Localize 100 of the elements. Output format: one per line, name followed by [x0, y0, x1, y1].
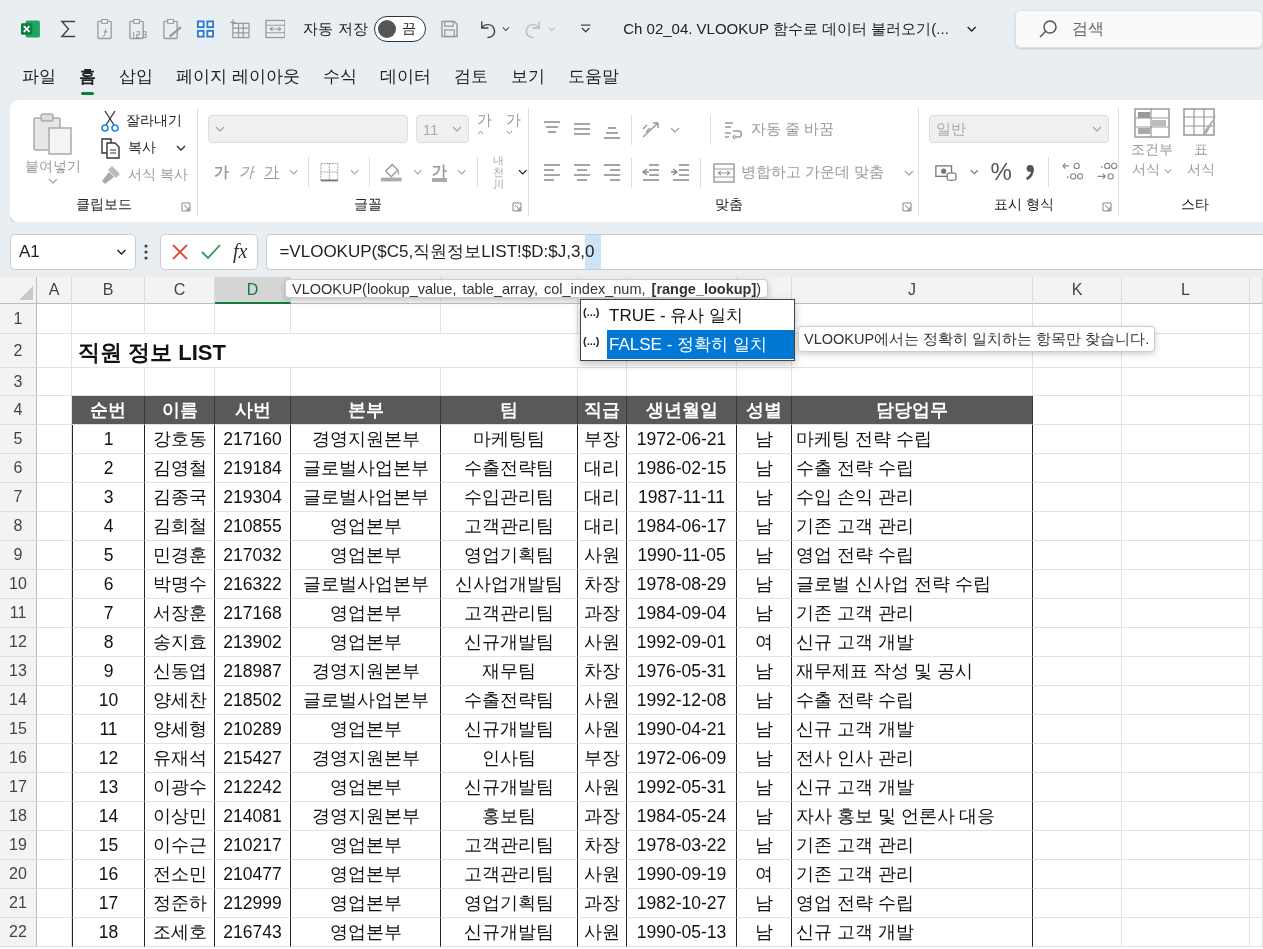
sheet-cell[interactable] [37, 304, 72, 334]
ribbon-tab[interactable]: 검토 [453, 61, 488, 92]
sheet-cell[interactable] [1033, 686, 1122, 715]
clipboard-icon[interactable] [162, 17, 184, 41]
sheet-cell[interactable] [1250, 773, 1263, 802]
sheet-cell[interactable] [1033, 396, 1122, 425]
sheet-cell[interactable] [1033, 802, 1122, 831]
sheet-cell[interactable] [1250, 889, 1263, 918]
sheet-cell[interactable] [1250, 541, 1263, 570]
select-all-icon[interactable] [19, 286, 33, 300]
column-header[interactable]: C [145, 277, 215, 304]
sheet-cell[interactable] [1250, 304, 1263, 334]
sheet-cell[interactable] [1250, 483, 1263, 512]
cut-button[interactable]: 잘라내기 [96, 108, 192, 135]
sheet-cell[interactable] [37, 773, 72, 802]
sheet-cell[interactable] [1122, 802, 1250, 831]
increase-indent-icon[interactable] [669, 161, 692, 184]
sheet-cell[interactable] [1033, 744, 1122, 773]
sheet-cell[interactable] [1033, 599, 1122, 628]
font-name-field[interactable] [208, 115, 408, 144]
fill-color-icon[interactable] [380, 161, 403, 184]
sheet-cell[interactable] [1122, 628, 1250, 657]
ribbon-tab[interactable]: 홈 [79, 61, 96, 92]
copy-icon[interactable] [100, 137, 122, 159]
sheet-cell[interactable] [1122, 454, 1250, 483]
sheet-cell[interactable] [37, 541, 72, 570]
sheet-cell[interactable] [1122, 483, 1250, 512]
column-header[interactable]: L [1122, 277, 1250, 304]
dialog-launcher-icon[interactable] [181, 202, 192, 212]
sheet-cell[interactable] [1033, 512, 1122, 541]
sheet-cell[interactable] [37, 918, 72, 947]
sheet-cell[interactable] [1122, 657, 1250, 686]
sheet-cell[interactable] [37, 570, 72, 599]
sheet-cell[interactable] [291, 304, 441, 334]
sheet-cell[interactable] [1122, 889, 1250, 918]
sheet-cell[interactable] [145, 304, 215, 334]
row-header[interactable]: 2 [0, 334, 37, 368]
decrease-indent-icon[interactable] [639, 161, 662, 184]
sheet-cell[interactable] [37, 657, 72, 686]
row-header[interactable]: 22 [0, 918, 37, 947]
ribbon-tab[interactable]: 페이지 레이아웃 [176, 61, 300, 92]
sheet-cell[interactable] [1250, 512, 1263, 541]
sheet-cell[interactable] [1033, 860, 1122, 889]
sheet-cell[interactable] [1250, 570, 1263, 599]
name-box[interactable]: A1 [10, 233, 136, 270]
sheet-cell[interactable] [1122, 860, 1250, 889]
sheet-cell[interactable] [1033, 425, 1122, 454]
save-icon[interactable] [439, 19, 459, 39]
sheet-cell[interactable] [37, 483, 72, 512]
row-header[interactable]: 21 [0, 889, 37, 918]
sheet-cell[interactable] [1033, 715, 1122, 744]
sheet-cell[interactable] [1122, 773, 1250, 802]
formula-field[interactable]: =VLOOKUP($C5,직원정보LIST!$D:$J,3,0 [266, 233, 1263, 270]
sheet-cell[interactable] [1250, 454, 1263, 483]
autocomplete-item[interactable]: FALSE - 정확히 일치 [607, 330, 794, 359]
sheet-cell[interactable] [37, 744, 72, 773]
row-header[interactable]: 9 [0, 541, 37, 570]
sheet-cell[interactable] [1122, 831, 1250, 860]
row-header[interactable]: 17 [0, 773, 37, 802]
sheet-cell[interactable] [1250, 425, 1263, 454]
sheet-cell[interactable] [1122, 686, 1250, 715]
sheet-cell[interactable] [1250, 657, 1263, 686]
sheet-cell[interactable] [1033, 889, 1122, 918]
sheet-cell[interactable] [215, 304, 291, 334]
sheet-cell[interactable] [37, 802, 72, 831]
sigma-icon[interactable] [59, 19, 77, 39]
column-header[interactable]: J [792, 277, 1033, 304]
sheet-cell[interactable] [1122, 512, 1250, 541]
row-header[interactable]: 4 [0, 396, 37, 425]
row-header[interactable]: 3 [0, 368, 37, 396]
sheet-cell[interactable] [1122, 715, 1250, 744]
ribbon-tab[interactable]: 수식 [322, 61, 357, 92]
sheet-cell[interactable] [1122, 541, 1250, 570]
sheet-cell[interactable] [1250, 744, 1263, 773]
sheet-cell[interactable] [37, 454, 72, 483]
sheet-cell[interactable] [1250, 686, 1263, 715]
sheet-cell[interactable] [1250, 860, 1263, 889]
merge-cells-icon[interactable] [264, 19, 286, 39]
column-header[interactable]: B [72, 277, 145, 304]
borders-icon[interactable] [319, 161, 341, 184]
sheet-cell[interactable] [441, 304, 578, 334]
row-header[interactable]: 7 [0, 483, 37, 512]
row-header[interactable]: 14 [0, 686, 37, 715]
sheet-cell[interactable] [1122, 570, 1250, 599]
sheet-cell[interactable] [1122, 744, 1250, 773]
row-header[interactable]: 5 [0, 425, 37, 454]
sheet-cell[interactable] [37, 512, 72, 541]
row-header[interactable]: 20 [0, 860, 37, 889]
sheet-cell[interactable] [1250, 628, 1263, 657]
sheet-cell[interactable] [1033, 368, 1122, 396]
search-field[interactable]: 검색 [1015, 10, 1263, 48]
row-header[interactable]: 18 [0, 802, 37, 831]
column-header[interactable]: D [215, 277, 291, 304]
dialog-launcher-icon[interactable] [1102, 202, 1113, 212]
sheet-cell[interactable] [1122, 425, 1250, 454]
sheet-cell[interactable] [1250, 599, 1263, 628]
autosave-toggle[interactable]: 끔 [373, 16, 427, 42]
sheet-cell[interactable] [37, 860, 72, 889]
spreadsheet-logo-icon[interactable] [20, 18, 41, 40]
table-icon[interactable] [230, 18, 252, 40]
